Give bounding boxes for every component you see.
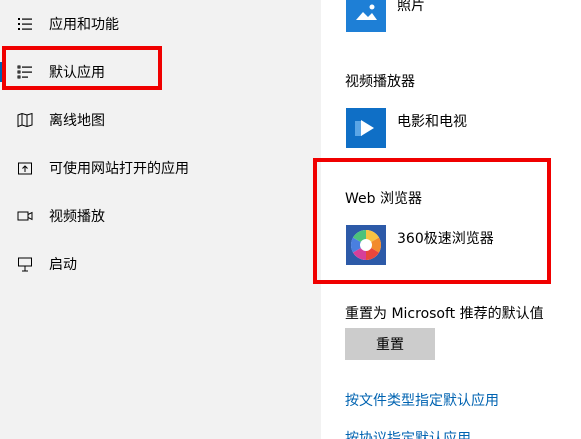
choose-defaults-by-protocol-link[interactable]: 按协议指定默认应用 <box>345 428 471 439</box>
sidebar-item-offline-maps[interactable]: 离线地图 <box>0 96 321 144</box>
startup-icon <box>16 255 34 273</box>
photos-app-tile[interactable] <box>346 0 386 32</box>
sidebar-item-apps-for-websites[interactable]: 可使用网站打开的应用 <box>0 144 321 192</box>
sidebar-item-video-playback[interactable]: 视频播放 <box>0 192 321 240</box>
sidebar-item-label: 离线地图 <box>49 113 105 129</box>
choose-defaults-by-file-type-link[interactable]: 按文件类型指定默认应用 <box>345 390 499 410</box>
movies-tv-app-tile[interactable] <box>346 108 386 148</box>
photos-icon <box>346 0 386 32</box>
highlight-box-default-apps <box>2 46 162 90</box>
sidebar-item-label: 视频播放 <box>49 209 105 225</box>
sidebar-item-startup[interactable]: 启动 <box>0 240 321 288</box>
reset-defaults-label: 重置为 Microsoft 推荐的默认值 <box>345 306 544 322</box>
list-icon <box>16 15 34 33</box>
settings-window: 应用和功能 默认应用 离线地图 可使用网站打开的应用 视频播放 启动 照片 视频… <box>0 0 581 439</box>
sidebar-item-label: 可使用网站打开的应用 <box>49 161 189 177</box>
video-icon <box>16 207 34 225</box>
sidebar-item-apps-features[interactable]: 应用和功能 <box>0 0 321 48</box>
map-icon <box>16 111 34 129</box>
reset-button[interactable]: 重置 <box>345 328 435 360</box>
photos-app-label: 照片 <box>397 0 425 14</box>
movies-tv-app-label: 电影和电视 <box>397 114 467 130</box>
video-player-section-label: 视频播放器 <box>345 74 415 90</box>
sidebar-item-label: 应用和功能 <box>49 17 119 33</box>
open-website-icon <box>16 159 34 177</box>
highlight-box-web-browser <box>313 158 551 284</box>
movies-tv-icon <box>346 108 386 148</box>
sidebar-item-label: 启动 <box>49 257 77 273</box>
